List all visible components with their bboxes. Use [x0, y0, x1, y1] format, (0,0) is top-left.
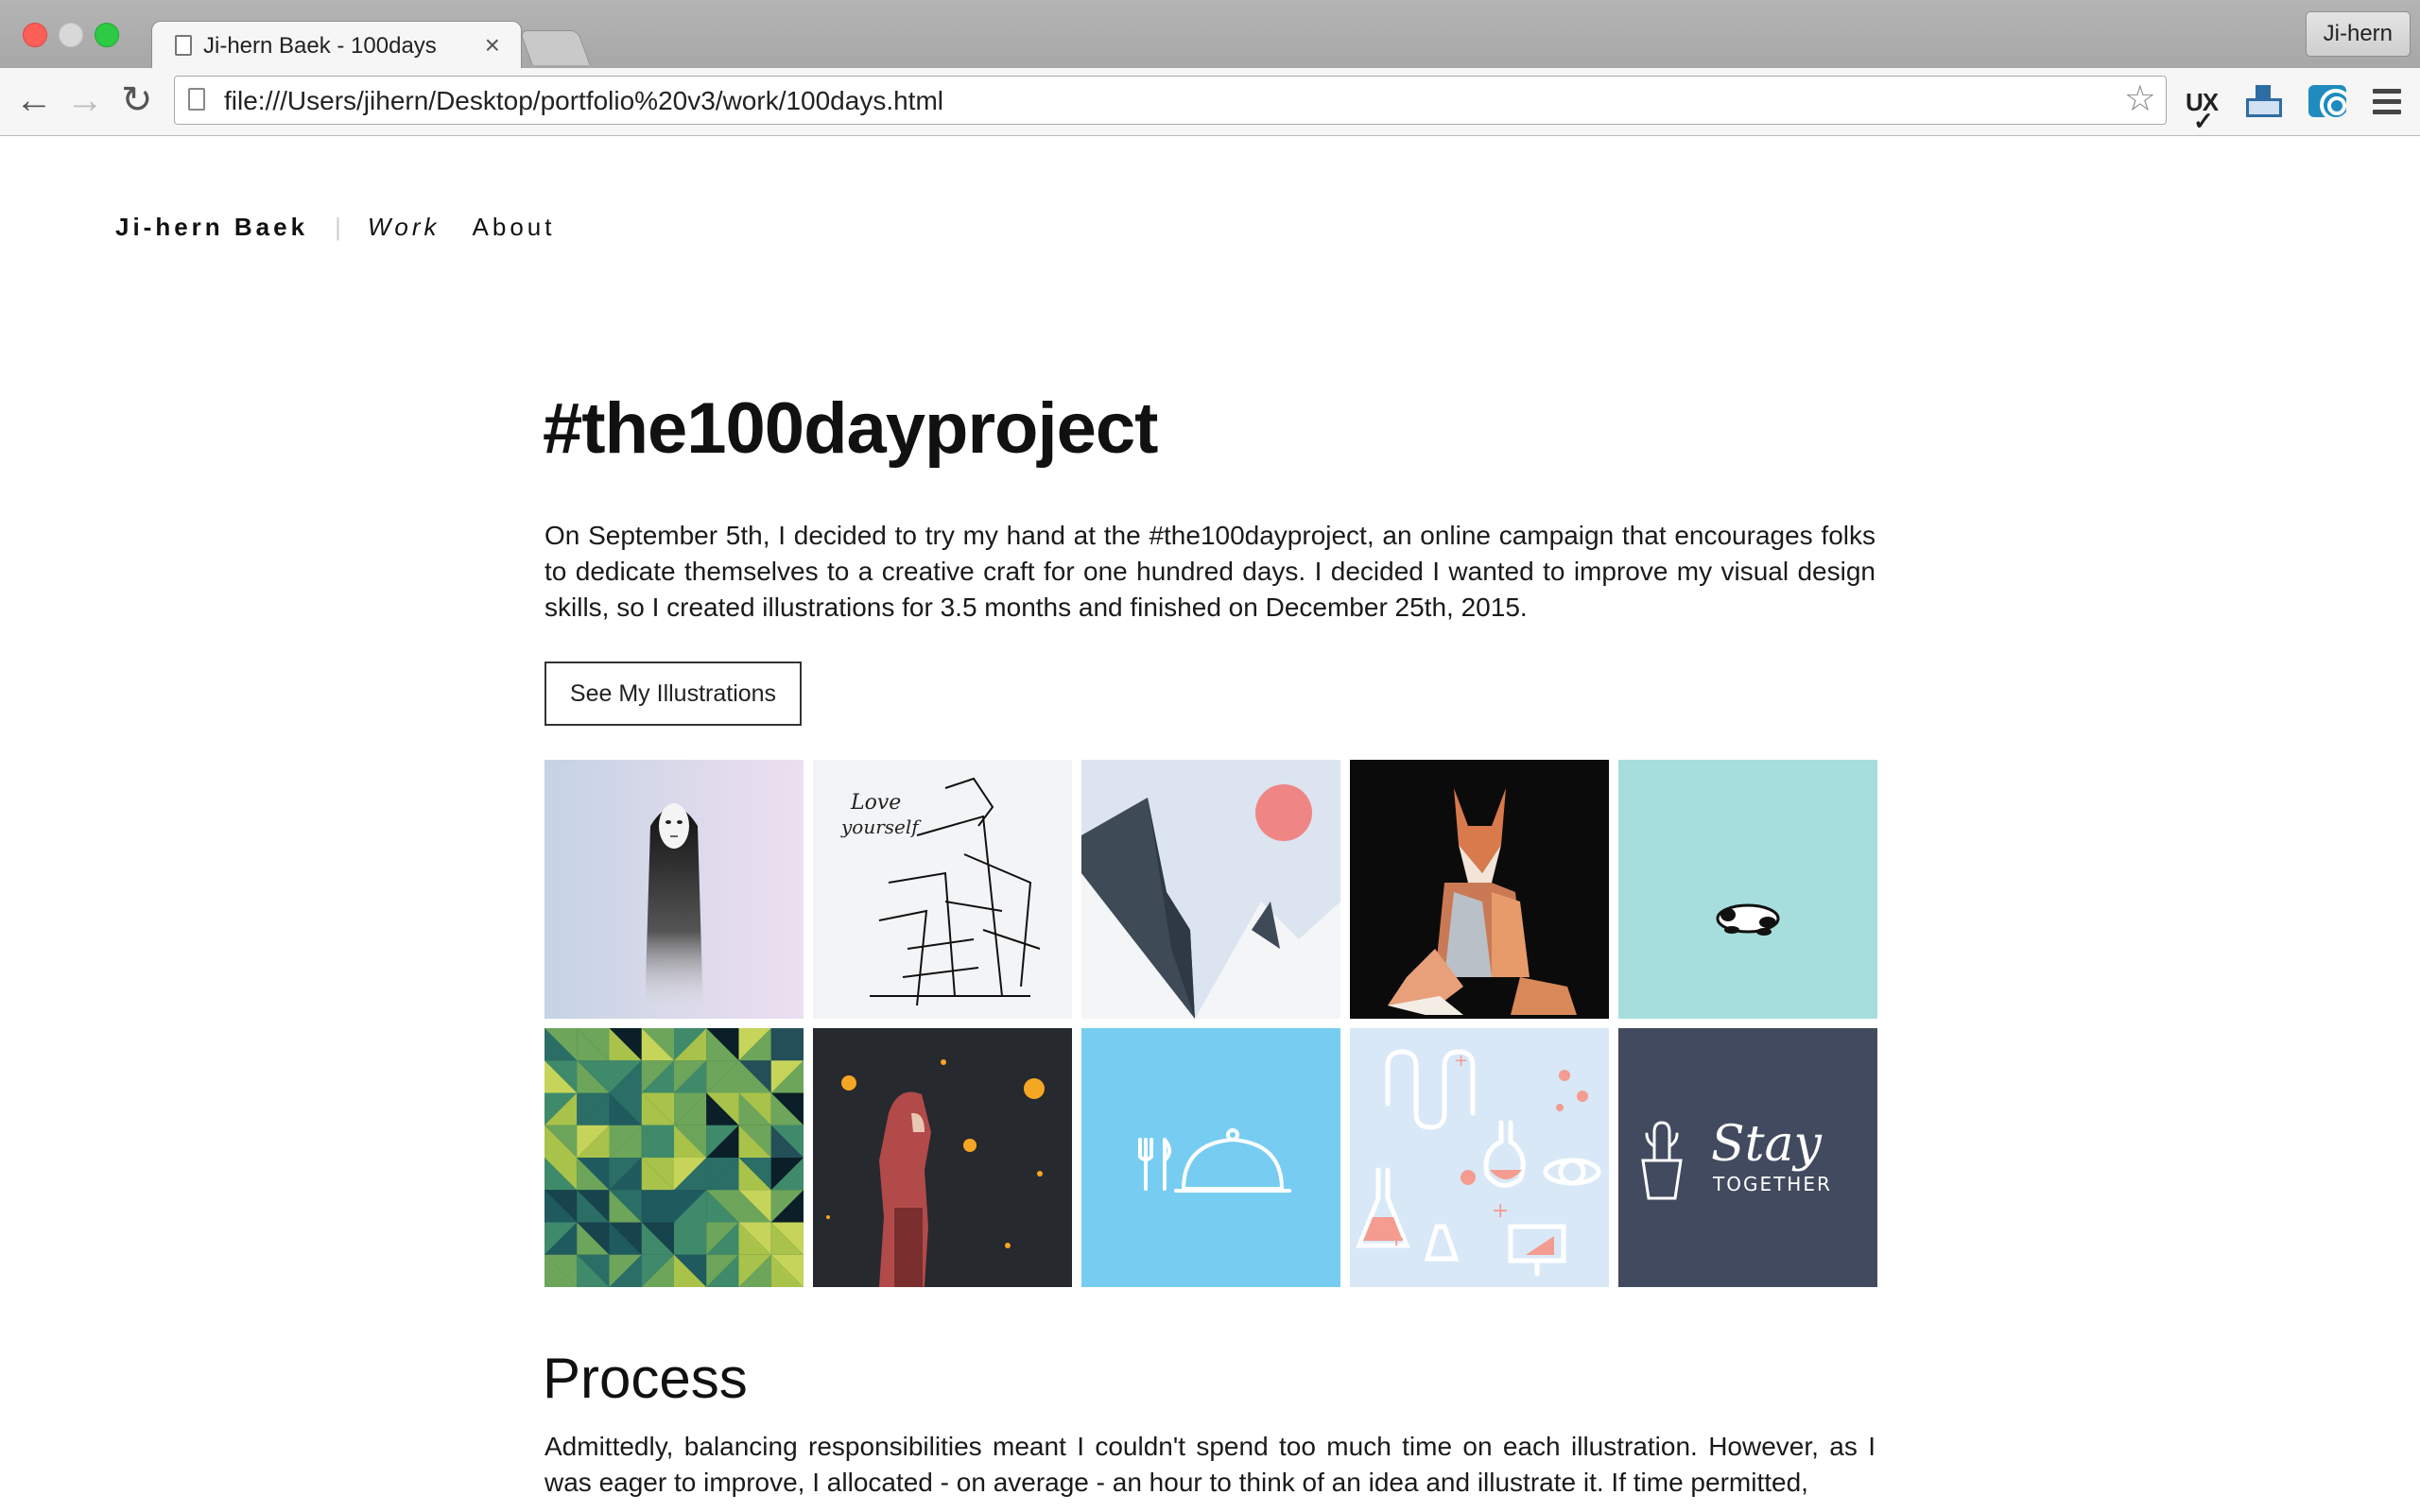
process-heading: Process: [543, 1347, 748, 1410]
illustration-triangle-pattern[interactable]: [544, 1028, 804, 1287]
close-window-button[interactable]: [23, 23, 47, 47]
stay-caption: Stay: [1711, 1116, 1823, 1173]
page-icon: [175, 35, 192, 56]
illustration-red-riding-hood[interactable]: [813, 1028, 1072, 1287]
nav-link-work[interactable]: Work: [368, 213, 441, 242]
tab-close-icon[interactable]: ×: [485, 30, 500, 60]
nav-separator: |: [335, 212, 341, 241]
url-input[interactable]: [222, 82, 2098, 120]
minimize-window-button[interactable]: [59, 23, 83, 47]
nav-link-about[interactable]: About: [473, 213, 556, 242]
profile-button[interactable]: Ji-hern: [2305, 11, 2411, 57]
bookmark-star-icon[interactable]: ☆: [2124, 80, 2156, 118]
illustration-low-poly-fox[interactable]: [1350, 760, 1609, 1019]
maximize-window-button[interactable]: [95, 23, 119, 47]
see-illustrations-button[interactable]: See My Illustrations: [544, 662, 802, 726]
illustration-food-cloche[interactable]: [1081, 1028, 1340, 1287]
browser-tab-active[interactable]: Ji-hern Baek - 100days ×: [151, 21, 522, 69]
svg-text:+: +: [1454, 1051, 1468, 1071]
illustration-love-yourself[interactable]: Love yourself: [813, 760, 1072, 1019]
illustration-sleeping-panda[interactable]: [1618, 760, 1877, 1019]
new-tab-button[interactable]: [519, 30, 591, 65]
illustration-mountain-sun[interactable]: [1081, 760, 1340, 1019]
site-navigation: Ji-hern Baek | Work About: [115, 208, 555, 246]
wave-extension-icon[interactable]: [2308, 85, 2346, 117]
address-bar[interactable]: ☆: [174, 76, 2167, 125]
tab-title: Ji-hern Baek - 100days: [203, 33, 437, 59]
forward-arrow-icon[interactable]: →: [66, 81, 104, 119]
intro-paragraph: On September 5th, I decided to try my ha…: [544, 521, 1876, 622]
illustration-stay-together[interactable]: Stay TOGETHER: [1618, 1028, 1877, 1287]
reload-icon[interactable]: ↻: [121, 81, 153, 119]
browser-title-bar: Ji-hern Baek - 100days × Ji-hern: [0, 0, 2420, 69]
illustration-no-face[interactable]: [544, 760, 804, 1019]
hamburger-menu-icon[interactable]: [2373, 89, 2401, 120]
together-caption: TOGETHER: [1712, 1173, 1832, 1195]
site-brand-link[interactable]: Ji-hern Baek: [115, 213, 308, 242]
page-icon: [188, 88, 205, 111]
ux-check-extension-icon[interactable]: UX ✓: [2186, 81, 2219, 135]
svg-text:+: +: [1492, 1199, 1509, 1223]
tray-extension-icon[interactable]: [2246, 85, 2282, 117]
browser-toolbar: ← → ↻ ☆ UX ✓: [0, 68, 2420, 136]
yourself-caption: yourself: [840, 816, 922, 838]
page-title: #the100dayproject: [543, 388, 1158, 469]
love-caption: Love: [850, 791, 901, 815]
check-mark-icon: ✓: [2193, 107, 2214, 135]
svg-text:+: +: [1388, 1228, 1405, 1251]
illustration-science-lab[interactable]: + + +: [1350, 1028, 1609, 1287]
process-paragraph: Admittedly, balancing responsibilities m…: [544, 1432, 1876, 1497]
back-arrow-icon[interactable]: ←: [15, 81, 53, 119]
